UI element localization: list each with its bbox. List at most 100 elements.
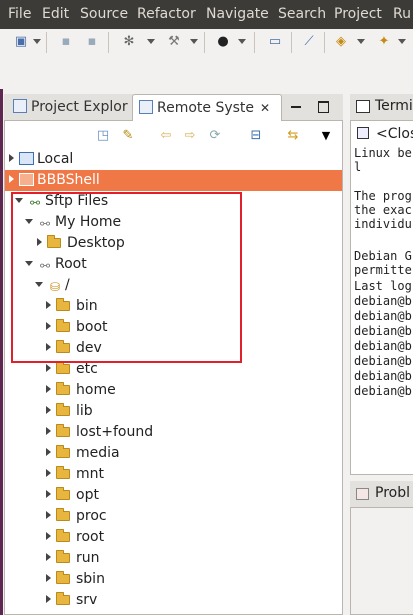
refresh-icon[interactable]: ✎ <box>120 128 136 144</box>
run-dropdown-icon[interactable] <box>238 39 246 44</box>
tree-item-dir[interactable]: media <box>46 443 120 463</box>
debug-dropdown-icon[interactable] <box>147 39 155 44</box>
tab-remote-systems[interactable]: Remote Syste ✕ <box>132 94 282 121</box>
tree-item-dir[interactable]: proc <box>46 506 107 526</box>
folder-icon <box>56 529 70 542</box>
expand-icon[interactable] <box>46 427 51 435</box>
menu-search[interactable]: Search <box>278 6 326 22</box>
build-icon[interactable]: ⚒ <box>165 33 183 51</box>
menu-bar: File Edit Source Refactor Navigate Searc… <box>0 0 413 29</box>
menu-edit[interactable]: Edit <box>42 6 69 22</box>
expand-icon[interactable] <box>46 532 51 540</box>
tree-label: opt <box>76 487 99 503</box>
toolbar-separator <box>46 32 47 53</box>
new-icon[interactable]: ▣ <box>12 33 30 51</box>
tree-item-dir[interactable]: root <box>46 527 104 547</box>
folder-icon <box>56 550 70 563</box>
terminal-line: debian@b <box>354 369 412 383</box>
tree-label: root <box>76 529 105 545</box>
tree-item-local[interactable]: Local <box>9 149 73 169</box>
main-toolbar: ▣ ▪ ▪ ✻ ⚒ ● ▭ ⟋ ◈ ✦ <box>0 29 413 89</box>
back-icon[interactable]: ⇦ <box>158 128 174 144</box>
tab-project-explorer[interactable]: Project Explor <box>7 94 131 120</box>
folder-icon <box>56 403 70 416</box>
save-icon[interactable]: ▪ <box>57 33 75 51</box>
tree-label: srv <box>76 592 98 608</box>
terminal-session-label[interactable]: <Clos <box>376 126 413 142</box>
debug-icon[interactable]: ✻ <box>120 33 138 51</box>
expand-icon[interactable] <box>46 511 51 519</box>
terminal-line: debian@b <box>354 324 412 338</box>
tree-label: home <box>76 382 116 398</box>
tree-label: sbin <box>76 571 105 587</box>
package-icon[interactable]: ✦ <box>375 33 393 51</box>
close-icon[interactable]: ✕ <box>260 101 270 115</box>
folder-icon <box>56 361 70 374</box>
terminal-line: The prog <box>354 189 412 203</box>
menu-run[interactable]: Ru <box>393 6 411 22</box>
tree-label: lost+found <box>76 424 154 440</box>
expand-icon[interactable] <box>46 406 51 414</box>
package-dropdown-icon[interactable] <box>398 39 406 44</box>
toolbar-separator <box>291 32 292 53</box>
terminal-tab-bar: Termi <box>350 94 413 121</box>
expand-icon[interactable] <box>46 448 51 456</box>
expand-icon[interactable] <box>9 175 14 183</box>
maximize-icon[interactable] <box>318 101 329 113</box>
terminal-line: Debian G <box>354 249 412 263</box>
expand-icon[interactable] <box>9 154 14 162</box>
forward-icon[interactable]: ⇨ <box>182 128 198 144</box>
tree-item-dir[interactable]: mnt <box>46 464 104 484</box>
tree-label: Local <box>37 151 74 167</box>
collapse-all-icon[interactable]: ⊟ <box>248 128 264 144</box>
tree-item-dir[interactable]: lib <box>46 401 93 421</box>
expand-icon[interactable] <box>46 385 51 393</box>
highlight-box <box>11 192 242 363</box>
tree-item-dir[interactable]: opt <box>46 485 99 505</box>
toolbar-separator <box>108 32 109 53</box>
expand-icon[interactable] <box>46 490 51 498</box>
terminal-icon <box>356 100 370 113</box>
up-icon[interactable]: ⟳ <box>207 128 223 144</box>
minimize-icon[interactable] <box>291 106 301 108</box>
build-dropdown-icon[interactable] <box>190 39 198 44</box>
folder-icon <box>56 424 70 437</box>
link-with-editor-icon[interactable]: ⇆ <box>285 128 301 144</box>
expand-icon[interactable] <box>46 553 51 561</box>
menu-file[interactable]: File <box>8 6 31 22</box>
pin-icon[interactable]: ⟋ <box>300 33 318 51</box>
view-menu-icon[interactable]: ▼ <box>318 128 334 144</box>
tree-item-dir[interactable]: srv <box>46 590 97 610</box>
problems-tab-bar: Probl <box>350 481 413 508</box>
folder-icon <box>56 382 70 395</box>
class-dropdown-icon[interactable] <box>357 39 365 44</box>
tab-problems[interactable]: Probl <box>375 485 410 501</box>
toolbar-separator <box>254 32 255 53</box>
new-class-icon[interactable]: ◈ <box>332 33 350 51</box>
save-all-icon[interactable]: ▪ <box>83 33 101 51</box>
terminal-line: debian@b <box>354 384 412 398</box>
new-dropdown-icon[interactable] <box>33 39 41 44</box>
menu-source[interactable]: Source <box>80 6 128 22</box>
expand-icon[interactable] <box>46 574 51 582</box>
folder-icon <box>56 466 70 479</box>
menu-refactor[interactable]: Refactor <box>137 6 196 22</box>
tree-item-dir[interactable]: home <box>46 380 116 400</box>
tree-item-bbbshell[interactable]: BBBShell <box>9 170 100 190</box>
run-icon[interactable]: ● <box>214 33 232 51</box>
toolbar-separator <box>324 32 325 53</box>
tab-terminal[interactable]: Termi <box>375 98 413 114</box>
folder-icon <box>56 508 70 521</box>
tree-item-dir[interactable]: sbin <box>46 569 105 589</box>
expand-icon[interactable] <box>46 595 51 603</box>
console-icon[interactable]: ▭ <box>266 33 284 51</box>
tree-item-dir[interactable]: run <box>46 548 100 568</box>
terminal-line: Last log <box>354 279 412 293</box>
expand-icon[interactable] <box>46 364 51 372</box>
menu-project[interactable]: Project <box>334 6 382 22</box>
tree-item-dir[interactable]: lost+found <box>46 422 153 442</box>
new-connection-icon[interactable]: ◳ <box>95 128 111 144</box>
expand-icon[interactable] <box>46 469 51 477</box>
folder-icon <box>56 571 70 584</box>
menu-navigate[interactable]: Navigate <box>206 6 269 22</box>
